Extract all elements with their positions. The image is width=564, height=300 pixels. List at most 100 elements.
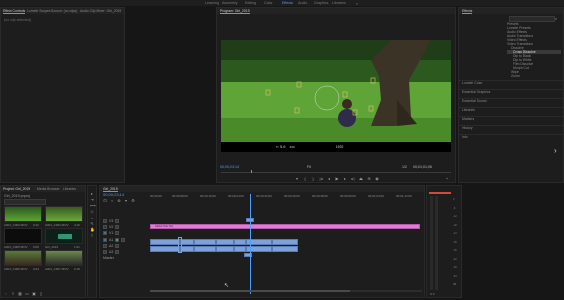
tab-audio-clip-mixer[interactable]: Audio Clip Mixer: Girl_2019 xyxy=(80,9,122,13)
step-forward-icon[interactable]: ▸ xyxy=(343,177,347,181)
workspace-assembly[interactable]: Assembly xyxy=(222,1,238,5)
slip-tool-icon[interactable]: ↔ xyxy=(90,216,94,220)
clip-name[interactable]: A001_C007.MOV xyxy=(45,267,69,271)
nest-icon[interactable]: ⊡ xyxy=(103,199,107,203)
timeline-scrollbar[interactable] xyxy=(150,290,422,292)
panel-info[interactable]: Info xyxy=(459,134,563,143)
clip-name[interactable]: A001_C006.MOV xyxy=(4,267,28,271)
toggle-output-icon[interactable] xyxy=(115,219,120,223)
in-point-icon[interactable]: { xyxy=(303,177,307,181)
fit-dropdown[interactable]: Fit xyxy=(307,165,311,169)
sequence-thumbnail[interactable] xyxy=(45,228,83,244)
tab-media-browser[interactable]: Media Browser xyxy=(37,187,60,191)
program-scrubber[interactable] xyxy=(221,172,451,173)
audio-clip[interactable] xyxy=(194,246,216,252)
tab-lumetri-scopes[interactable]: Lumetri Scopes xyxy=(27,9,51,13)
audio-clip[interactable] xyxy=(272,246,298,252)
panel-libraries[interactable]: Libraries xyxy=(459,107,563,116)
panel-history[interactable]: History xyxy=(459,125,563,134)
panel-lumetri-color[interactable]: Lumetri Color xyxy=(459,80,563,89)
source-patch-icon[interactable] xyxy=(103,250,107,254)
mute-icon[interactable] xyxy=(115,237,120,242)
clip-name[interactable]: Girl_2019 xyxy=(45,245,58,249)
video-clip[interactable] xyxy=(194,239,216,245)
tab-source[interactable]: Source: (no clips) xyxy=(51,9,77,13)
overflow-icon[interactable]: » xyxy=(356,1,358,6)
playhead-marker[interactable] xyxy=(251,170,252,173)
source-patch-icon[interactable] xyxy=(103,231,107,235)
workspace-audio[interactable]: Audio xyxy=(298,1,307,5)
video-clip[interactable] xyxy=(234,239,246,245)
linked-selection-icon[interactable]: ⊗ xyxy=(117,199,121,203)
clip-thumbnail[interactable] xyxy=(45,250,83,266)
extract-icon[interactable]: ⊕ xyxy=(367,177,371,181)
tracks-area[interactable]: Adobe Title Clip xyxy=(150,194,422,294)
icon-view-icon[interactable]: ▦ xyxy=(18,292,22,296)
ripple-edit-tool-icon[interactable]: ⟷ xyxy=(90,204,96,208)
new-item-icon[interactable]: ▣ xyxy=(32,292,36,296)
mute-icon[interactable] xyxy=(115,244,120,248)
lock-icon[interactable]: ▫ xyxy=(4,292,8,296)
video-clip[interactable] xyxy=(150,239,180,245)
audio-clip[interactable] xyxy=(234,246,246,252)
trash-icon[interactable]: ▯ xyxy=(39,292,43,296)
timeline-playhead[interactable] xyxy=(250,194,251,294)
source-patch-icon[interactable] xyxy=(103,237,107,242)
wrench-icon[interactable]: ⚙ xyxy=(131,199,135,203)
step-back-icon[interactable]: ◂ xyxy=(327,177,331,181)
panel-markers[interactable]: Markers xyxy=(459,116,563,125)
project-search-input[interactable] xyxy=(4,199,46,205)
scrollbar-thumb[interactable] xyxy=(150,290,350,292)
add-marker-icon[interactable]: ▾ xyxy=(124,199,128,203)
transition-marker[interactable] xyxy=(178,237,182,253)
lift-icon[interactable]: ⏏ xyxy=(359,177,363,181)
out-point-icon[interactable]: } xyxy=(311,177,315,181)
tab-project[interactable]: Project: Girl_2019 xyxy=(3,187,33,191)
tab-sequence[interactable]: Girl_2019 xyxy=(103,187,118,192)
time-ruler[interactable]: 00;00;00 00;00;08;00 00;00;16;00 00;00;2… xyxy=(150,194,422,201)
type-tool-icon[interactable]: T xyxy=(90,234,94,238)
workspace-color[interactable]: Color xyxy=(264,1,273,5)
play-icon[interactable]: ▶ xyxy=(335,177,339,181)
chevron-right-icon[interactable]: › xyxy=(554,146,557,155)
timeline-timecode[interactable]: 00;00;23;14 xyxy=(103,193,124,197)
solo-icon[interactable] xyxy=(121,237,126,242)
fx-item[interactable]: Zoom xyxy=(507,74,561,78)
clip-thumbnail[interactable] xyxy=(4,206,42,222)
toggle-output-icon[interactable] xyxy=(115,231,120,235)
toggle-output-icon[interactable] xyxy=(115,225,120,229)
tab-program[interactable]: Program: Girl_2019 xyxy=(220,9,250,14)
list-view-icon[interactable]: ≡ xyxy=(11,292,15,296)
sync-lock-icon[interactable] xyxy=(103,225,107,229)
workspace-editing[interactable]: Editing xyxy=(245,1,256,5)
clip-thumbnail[interactable] xyxy=(45,206,83,222)
workspace-graphics[interactable]: Graphics xyxy=(314,1,328,5)
selection-tool-icon[interactable]: ▸ xyxy=(90,192,94,196)
sync-lock-icon[interactable] xyxy=(103,219,107,223)
snap-icon[interactable]: ∩ xyxy=(110,199,114,203)
search-icon[interactable]: ⌕ xyxy=(555,16,557,21)
go-to-out-icon[interactable]: ▸| xyxy=(351,177,355,181)
meter-solo-buttons[interactable]: S S xyxy=(430,292,435,296)
clip-name[interactable]: A001_C003.MOV xyxy=(4,223,28,227)
tab-effects[interactable]: Effects xyxy=(462,9,473,14)
panel-essential-graphics[interactable]: Essential Graphics xyxy=(459,89,563,98)
clip-name[interactable]: A001_C004.MOV xyxy=(45,223,69,227)
workspace-learning[interactable]: Learning xyxy=(205,1,219,5)
audio-clip[interactable] xyxy=(150,246,180,252)
new-bin-icon[interactable]: ▭ xyxy=(25,292,29,296)
export-frame-icon[interactable]: ◉ xyxy=(375,177,379,181)
add-button-icon[interactable]: + xyxy=(445,177,449,181)
tab-effect-controls[interactable]: Effect Controls xyxy=(3,9,26,14)
video-clip[interactable] xyxy=(272,239,298,245)
audio-clip[interactable] xyxy=(180,246,194,252)
clip-thumbnail[interactable] xyxy=(4,228,42,244)
go-to-in-icon[interactable]: |◂ xyxy=(319,177,323,181)
pen-tool-icon[interactable]: ✎ xyxy=(90,222,94,226)
program-timecode[interactable]: 00;00;23;14 xyxy=(220,165,239,169)
graphic-clip[interactable]: Adobe Title Clip xyxy=(150,224,420,229)
quality-dropdown[interactable]: 1/2 xyxy=(402,165,407,169)
workspace-effects[interactable]: Effects xyxy=(282,1,293,5)
hand-tool-icon[interactable]: ✋ xyxy=(90,228,95,232)
clip-name[interactable]: A001_C005.MOV xyxy=(4,245,28,249)
